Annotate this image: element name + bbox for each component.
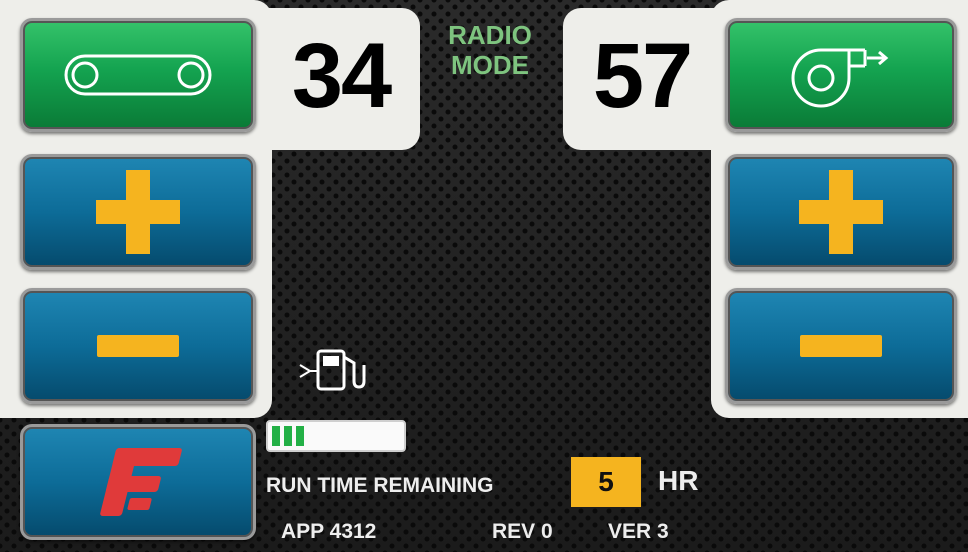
mode-line-1: RADIO bbox=[448, 20, 532, 50]
fuel-level-fill bbox=[272, 426, 304, 446]
f-logo-icon bbox=[100, 448, 182, 516]
conveyor-belt-icon bbox=[64, 54, 212, 96]
mode-indicator: RADIO MODE bbox=[425, 20, 555, 80]
right-value: 57 bbox=[592, 25, 693, 127]
left-decrease-button[interactable] bbox=[20, 288, 256, 404]
brand-logo-button[interactable] bbox=[20, 424, 256, 540]
right-value-readout: 57 bbox=[563, 8, 721, 150]
right-decrease-button[interactable] bbox=[725, 288, 957, 404]
left-value-readout: 34 bbox=[262, 8, 420, 150]
blower-fan-icon bbox=[791, 48, 889, 108]
right-increase-button[interactable] bbox=[725, 154, 957, 270]
version-number: VER 3 bbox=[608, 520, 669, 543]
plus-icon bbox=[96, 170, 180, 254]
blower-mode-button[interactable] bbox=[725, 18, 957, 132]
app-number: APP 4312 bbox=[281, 520, 377, 543]
fuel-pump-icon bbox=[299, 349, 366, 391]
plus-icon bbox=[799, 170, 883, 254]
runtime-unit: HR bbox=[658, 465, 699, 496]
revision-number: REV 0 bbox=[492, 520, 553, 543]
fuel-segment bbox=[284, 426, 292, 446]
runtime-value: 5 bbox=[571, 457, 641, 507]
fuel-segment bbox=[296, 426, 304, 446]
minus-icon bbox=[800, 335, 882, 357]
fuel-segment bbox=[272, 426, 280, 446]
fuel-level-bar bbox=[266, 420, 406, 452]
minus-icon bbox=[97, 335, 179, 357]
left-value: 34 bbox=[291, 25, 392, 127]
left-increase-button[interactable] bbox=[20, 154, 256, 270]
mode-line-2: MODE bbox=[451, 50, 529, 80]
runtime-label: RUN TIME REMAINING bbox=[266, 474, 494, 497]
conveyor-mode-button[interactable] bbox=[20, 18, 256, 132]
